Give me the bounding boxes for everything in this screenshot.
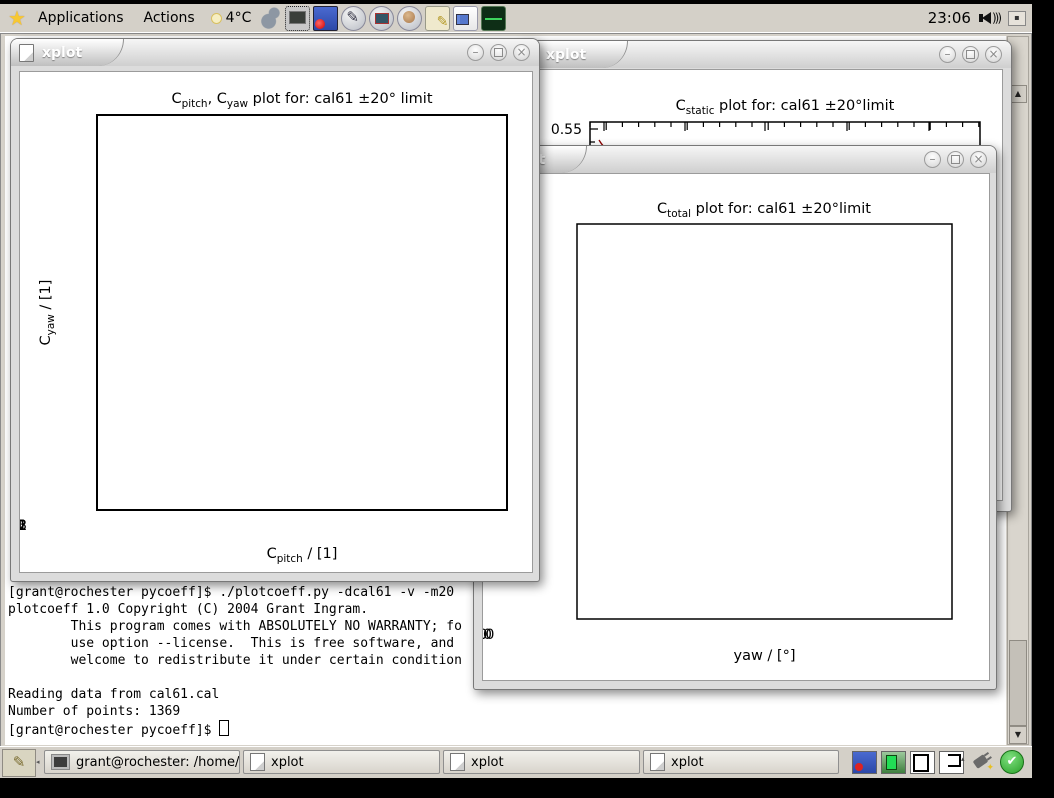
menu-actions[interactable]: Actions bbox=[134, 4, 205, 32]
update-check-icon[interactable]: ✔ bbox=[1000, 750, 1024, 774]
minimize-button[interactable]: – bbox=[939, 46, 956, 63]
speaker-cone bbox=[982, 12, 991, 24]
top-panel: ★ Applications Actions 4°C 23:06 ))) ▪ bbox=[0, 4, 1032, 33]
maximize-button[interactable] bbox=[490, 44, 507, 61]
svg-text:Cyaw / [1]: Cyaw / [1] bbox=[38, 280, 57, 346]
volume-speaker-icon[interactable]: ))) bbox=[979, 11, 1000, 25]
terminal-line: [grant@rochester pycoeff]$ bbox=[8, 720, 462, 739]
desktop-screen: ★ Applications Actions 4°C 23:06 ))) ▪ bbox=[0, 0, 1054, 798]
terminal-text: [grant@rochester pycoeff]$ ./plotcoeff.p… bbox=[8, 584, 462, 739]
window-xplot-front: xplot – × -3-2-1013210-1-2-3Cpitch, Cyaw… bbox=[10, 38, 540, 582]
terminal-line: [grant@rochester pycoeff]$ ./plotcoeff.p… bbox=[8, 584, 462, 601]
maximize-icon bbox=[951, 155, 960, 164]
close-button[interactable]: × bbox=[513, 44, 530, 61]
menu-star-icon[interactable]: ★ bbox=[6, 7, 28, 29]
keyboard-indicator-icon[interactable]: ▪ bbox=[1008, 11, 1026, 26]
workspace-green-icon[interactable] bbox=[881, 751, 906, 774]
window-title: xplot bbox=[546, 47, 586, 63]
menu-applications[interactable]: Applications bbox=[28, 4, 134, 32]
window-xplot-ctotal: xplot – × -100100-0.2-0.4-0.6-0.8-1-1.2-… bbox=[473, 145, 997, 690]
svg-text:Cpitch / [1]: Cpitch / [1] bbox=[267, 546, 338, 565]
ctotal-plot-area: -100100-0.2-0.4-0.6-0.8-1-1.2-1.4-1.6Cto… bbox=[482, 173, 990, 681]
svg-text:-1.6: -1.6 bbox=[543, 174, 570, 178]
svg-text:1: 1 bbox=[20, 518, 24, 534]
pen-launcher-icon[interactable] bbox=[341, 6, 366, 31]
terminal-cursor bbox=[219, 720, 229, 736]
terminal-icon bbox=[51, 754, 70, 770]
task-label: grant@rochester: /home/gr bbox=[76, 755, 240, 770]
minimize-button[interactable]: – bbox=[467, 44, 484, 61]
terminal-line: Reading data from cal61.cal bbox=[8, 686, 462, 703]
maximize-icon bbox=[494, 48, 503, 57]
svg-text:Ctotal plot for: cal61 ±20°lim: Ctotal plot for: cal61 ±20°limit bbox=[657, 201, 871, 220]
task-label: xplot bbox=[671, 755, 704, 770]
mesh-plot-area: -3-2-1013210-1-2-3Cpitch, Cyaw plot for:… bbox=[19, 71, 533, 573]
terminal-line bbox=[8, 669, 462, 686]
svg-text:10: 10 bbox=[483, 627, 492, 643]
panel-launchers bbox=[259, 6, 506, 31]
minimize-button[interactable]: – bbox=[924, 151, 941, 168]
pager-windows-icon[interactable] bbox=[910, 751, 935, 774]
speaker-waves: ))) bbox=[992, 11, 1000, 25]
terminal-line: This program comes with ABSOLUTELY NO WA… bbox=[8, 618, 462, 635]
charmap-launcher-icon[interactable] bbox=[453, 6, 478, 31]
presentation-launcher-icon[interactable] bbox=[369, 6, 394, 31]
taskbar-button-xplot-1[interactable]: xplot bbox=[243, 750, 440, 774]
tray-handle-arrow-icon[interactable]: ▴ bbox=[961, 755, 965, 763]
power-plug-icon[interactable]: ✦ bbox=[970, 751, 994, 773]
title-tab-front[interactable]: xplot bbox=[11, 39, 124, 66]
close-button[interactable]: × bbox=[985, 46, 1002, 63]
document-icon bbox=[450, 753, 465, 771]
titlebar-front[interactable]: xplot – × bbox=[11, 39, 539, 66]
svg-text:Cpitch, Cyaw plot for: cal61 ±: Cpitch, Cyaw plot for: cal61 ±20° limit bbox=[171, 91, 432, 110]
system-monitor-launcher-icon[interactable] bbox=[481, 6, 506, 31]
taskbar: ◂ grant@rochester: /home/gr xplot xplot … bbox=[0, 746, 1032, 778]
maximize-button[interactable] bbox=[962, 46, 979, 63]
close-button[interactable]: × bbox=[970, 151, 987, 168]
sticky-notes-applet-icon[interactable] bbox=[2, 749, 36, 777]
workspace-blue-icon[interactable] bbox=[852, 751, 877, 774]
svg-text:0.55: 0.55 bbox=[551, 122, 582, 138]
svg-text:Cstatic plot for: cal61 ±20°li: Cstatic plot for: cal61 ±20°limit bbox=[676, 98, 895, 117]
document-icon bbox=[650, 753, 665, 771]
task-label: xplot bbox=[271, 755, 304, 770]
temperature-label: 4°C bbox=[226, 10, 252, 26]
window-title: xplot bbox=[42, 45, 82, 61]
document-icon bbox=[250, 753, 265, 771]
maximize-icon bbox=[966, 50, 975, 59]
clock[interactable]: 23:06 bbox=[928, 9, 971, 27]
screenshot-launcher-icon[interactable] bbox=[313, 6, 338, 31]
taskbar-button-terminal[interactable]: grant@rochester: /home/gr bbox=[44, 750, 240, 774]
terminal-line: plotcoeff 1.0 Copyright (C) 2004 Grant I… bbox=[8, 601, 462, 618]
terminal-line: Number of points: 1369 bbox=[8, 703, 462, 720]
plug-spark-icon: ✦ bbox=[986, 763, 994, 773]
maximize-button[interactable] bbox=[947, 151, 964, 168]
weather-applet[interactable]: 4°C bbox=[211, 10, 252, 26]
svg-text:yaw / [°]: yaw / [°] bbox=[734, 648, 796, 664]
titlebar-cstatic[interactable]: xplot – × bbox=[515, 41, 1011, 68]
workspace-switcher bbox=[852, 751, 964, 774]
taskbar-button-xplot-2[interactable]: xplot bbox=[443, 750, 640, 774]
browser-launcher-icon[interactable] bbox=[397, 6, 422, 31]
tasklist-handle[interactable]: ◂ bbox=[36, 751, 43, 773]
ctotal-plot: -100100-0.2-0.4-0.6-0.8-1-1.2-1.4-1.6Cto… bbox=[483, 174, 989, 680]
scrollbar-slider[interactable] bbox=[1009, 640, 1027, 726]
svg-text:-3: -3 bbox=[76, 72, 90, 76]
terminal-line: use option --license. This is free softw… bbox=[8, 635, 462, 652]
taskbar-button-xplot-3[interactable]: xplot bbox=[643, 750, 839, 774]
terminal-line: welcome to redistribute it under certain… bbox=[8, 652, 462, 669]
notes-launcher-icon[interactable] bbox=[425, 6, 450, 31]
weather-sun-icon bbox=[211, 13, 222, 24]
scroll-down-arrow-icon[interactable]: ▼ bbox=[1009, 726, 1027, 744]
gnome-footprint-icon[interactable] bbox=[259, 7, 282, 30]
panel-right: 23:06 ))) ▪ bbox=[928, 9, 1032, 27]
cpitch-cyaw-plot: -3-2-1013210-1-2-3Cpitch, Cyaw plot for:… bbox=[20, 72, 532, 572]
document-icon bbox=[19, 44, 34, 62]
task-label: xplot bbox=[471, 755, 504, 770]
titlebar-ctotal[interactable]: xplot – × bbox=[474, 146, 996, 173]
terminal-launcher-icon[interactable] bbox=[285, 6, 310, 31]
